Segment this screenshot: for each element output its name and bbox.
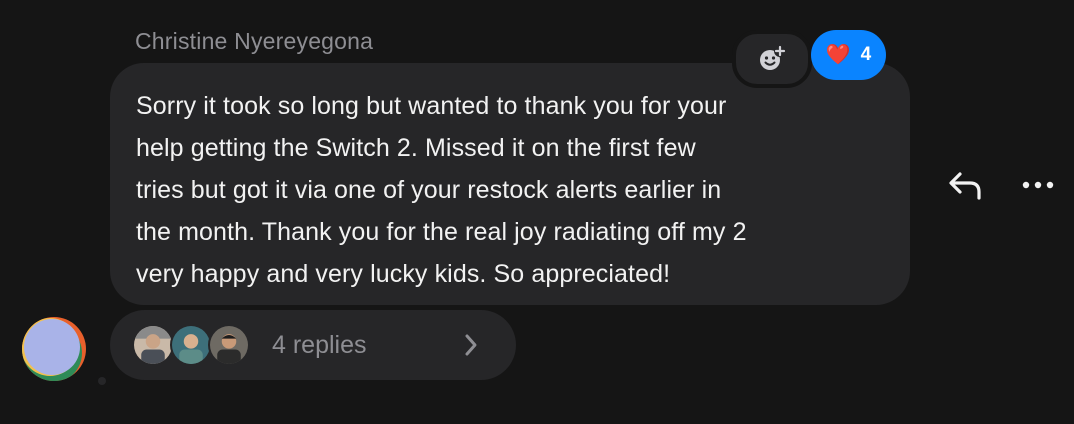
reply-arrow-icon[interactable]: [946, 168, 984, 202]
message-view: Christine Nyereyegona Sorry it took so l…: [0, 0, 1074, 424]
heart-reaction-count: 4: [860, 44, 872, 65]
sender-avatar[interactable]: [22, 317, 86, 381]
reply-avatar: [208, 324, 250, 366]
message-bubble[interactable]: Sorry it took so long but wanted to than…: [110, 63, 910, 305]
thread-replies-button[interactable]: 4 replies: [110, 310, 516, 380]
message-line: Sorry it took so long but wanted to than…: [136, 92, 727, 120]
heart-reaction-button[interactable]: ❤️ 4: [811, 30, 886, 80]
reply-avatar: [132, 324, 174, 366]
heart-icon: ❤️: [825, 44, 851, 66]
message-line: help getting the Switch 2. Missed it on …: [136, 134, 696, 162]
chevron-right-icon: [465, 334, 477, 356]
replies-count-label: 4 replies: [272, 331, 367, 359]
more-horizontal-icon[interactable]: [1020, 174, 1056, 196]
sender-name: Christine Nyereyegona: [135, 28, 374, 54]
message-line: tries but got it via one of your restock…: [136, 176, 722, 204]
message-line: very happy and very lucky kids. So appre…: [136, 260, 671, 288]
add-reaction-button[interactable]: [732, 30, 812, 88]
message-text: Sorry it took so long but wanted to than…: [136, 85, 884, 295]
message-line: the month. Thank you for the real joy ra…: [136, 218, 747, 246]
reply-avatar: [170, 324, 212, 366]
add-emoji-icon: [760, 45, 786, 70]
avatar-tail-dot: [98, 377, 106, 385]
